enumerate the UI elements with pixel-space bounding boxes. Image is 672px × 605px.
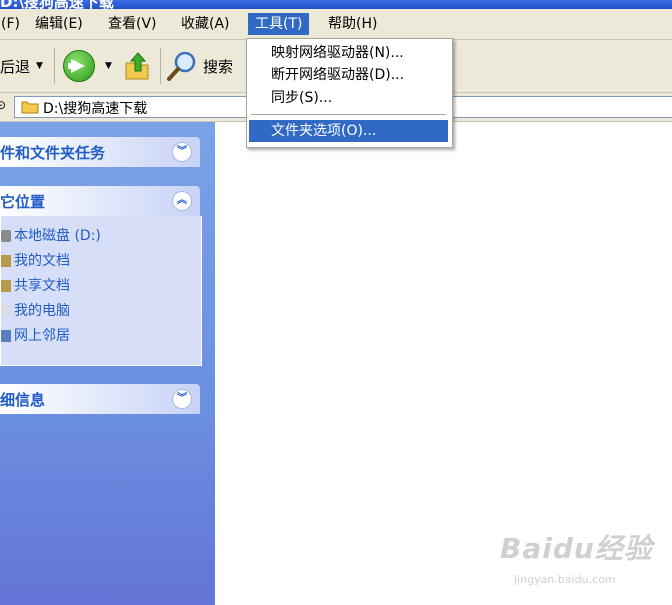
menu-view[interactable]: 查看(V) <box>101 13 164 35</box>
computer-icon <box>1 305 11 317</box>
disk-icon <box>1 230 11 242</box>
menu-edit[interactable]: 编辑(E) <box>28 13 90 35</box>
file-tasks-title: 件和文件夹任务 <box>0 144 106 162</box>
watermark-brand: Baidu经验 <box>500 532 653 565</box>
details-header[interactable]: 细信息 ︾ <box>0 384 200 414</box>
place-label: 共享文档 <box>14 278 70 294</box>
menu-file[interactable]: (F) <box>0 13 27 35</box>
other-places-title: 它位置 <box>0 193 46 211</box>
menu-item-folder-options[interactable]: 文件夹选项(O)... <box>249 120 448 142</box>
menu-bar: (F) 编辑(E) 查看(V) 收藏(A) 工具(T) 帮助(H) <box>0 9 672 40</box>
tools-dropdown-menu: 映射网络驱动器(N)... 断开网络驱动器(D)... 同步(S)... 文件夹… <box>246 38 453 148</box>
folder-icon <box>1 255 11 267</box>
place-label: 网上邻居 <box>14 328 70 344</box>
menu-item-synchronize[interactable]: 同步(S)... <box>249 87 448 109</box>
chevron-down-icon[interactable]: ▼ <box>105 61 112 71</box>
expand-chevron-icon[interactable]: ︾ <box>172 389 192 409</box>
back-label: 后退 <box>0 57 31 76</box>
up-folder-button[interactable] <box>124 48 150 84</box>
task-pane: 件和文件夹任务 ︾ 它位置 ︽ 本地磁盘 (D:) 我的文档 共享文档 我的电脑… <box>0 122 215 605</box>
file-tasks-header[interactable]: 件和文件夹任务 ︾ <box>0 137 200 167</box>
search-button[interactable]: 搜索 <box>166 48 233 84</box>
baidu-watermark: Baidu经验 jingyan.baidu.com <box>500 527 653 586</box>
network-icon <box>1 330 11 342</box>
back-button[interactable]: 后退 ▼ <box>0 48 43 84</box>
menu-separator <box>251 114 446 115</box>
chevron-down-icon[interactable]: ▼ <box>36 61 43 71</box>
place-my-documents[interactable]: 我的文档 <box>1 251 70 271</box>
window-title: D:\搜狗高速下载 <box>0 0 114 9</box>
toolbar-divider <box>160 48 161 84</box>
place-label: 我的文档 <box>14 253 70 269</box>
place-label: 我的电脑 <box>14 303 70 319</box>
menu-item-map-network-drive[interactable]: 映射网络驱动器(N)... <box>249 42 448 64</box>
address-label-icon: ⊙ <box>0 98 7 112</box>
place-my-computer[interactable]: 我的电脑 <box>1 301 70 321</box>
menu-tools[interactable]: 工具(T) <box>248 13 310 35</box>
other-places-panel: 本地磁盘 (D:) 我的文档 共享文档 我的电脑 网上邻居 <box>0 216 202 366</box>
folder-icon <box>1 280 11 292</box>
folder-icon <box>21 101 39 114</box>
menu-item-disconnect-network-drive[interactable]: 断开网络驱动器(D)... <box>249 64 448 86</box>
details-title: 细信息 <box>0 391 46 409</box>
place-label: 本地磁盘 (D:) <box>14 228 101 244</box>
collapse-chevron-icon[interactable]: ︽ <box>172 191 192 211</box>
expand-chevron-icon[interactable]: ︾ <box>172 142 192 162</box>
menu-help[interactable]: 帮助(H) <box>321 13 384 35</box>
title-bar: D:\搜狗高速下载 <box>0 0 672 9</box>
other-places-header[interactable]: 它位置 ︽ <box>0 186 200 216</box>
forward-button[interactable]: ▼ <box>63 48 112 84</box>
place-network[interactable]: 网上邻居 <box>1 326 70 346</box>
menu-favorites[interactable]: 收藏(A) <box>174 13 237 35</box>
toolbar-divider <box>54 48 55 84</box>
place-local-disk[interactable]: 本地磁盘 (D:) <box>1 226 101 246</box>
search-icon <box>167 51 196 81</box>
watermark-url: jingyan.baidu.com <box>514 573 616 586</box>
address-value: D:\搜狗高速下载 <box>43 101 148 117</box>
folder-up-icon <box>125 52 149 80</box>
place-shared-documents[interactable]: 共享文档 <box>1 276 70 296</box>
forward-arrow-icon <box>63 50 95 82</box>
search-label: 搜索 <box>203 57 234 76</box>
